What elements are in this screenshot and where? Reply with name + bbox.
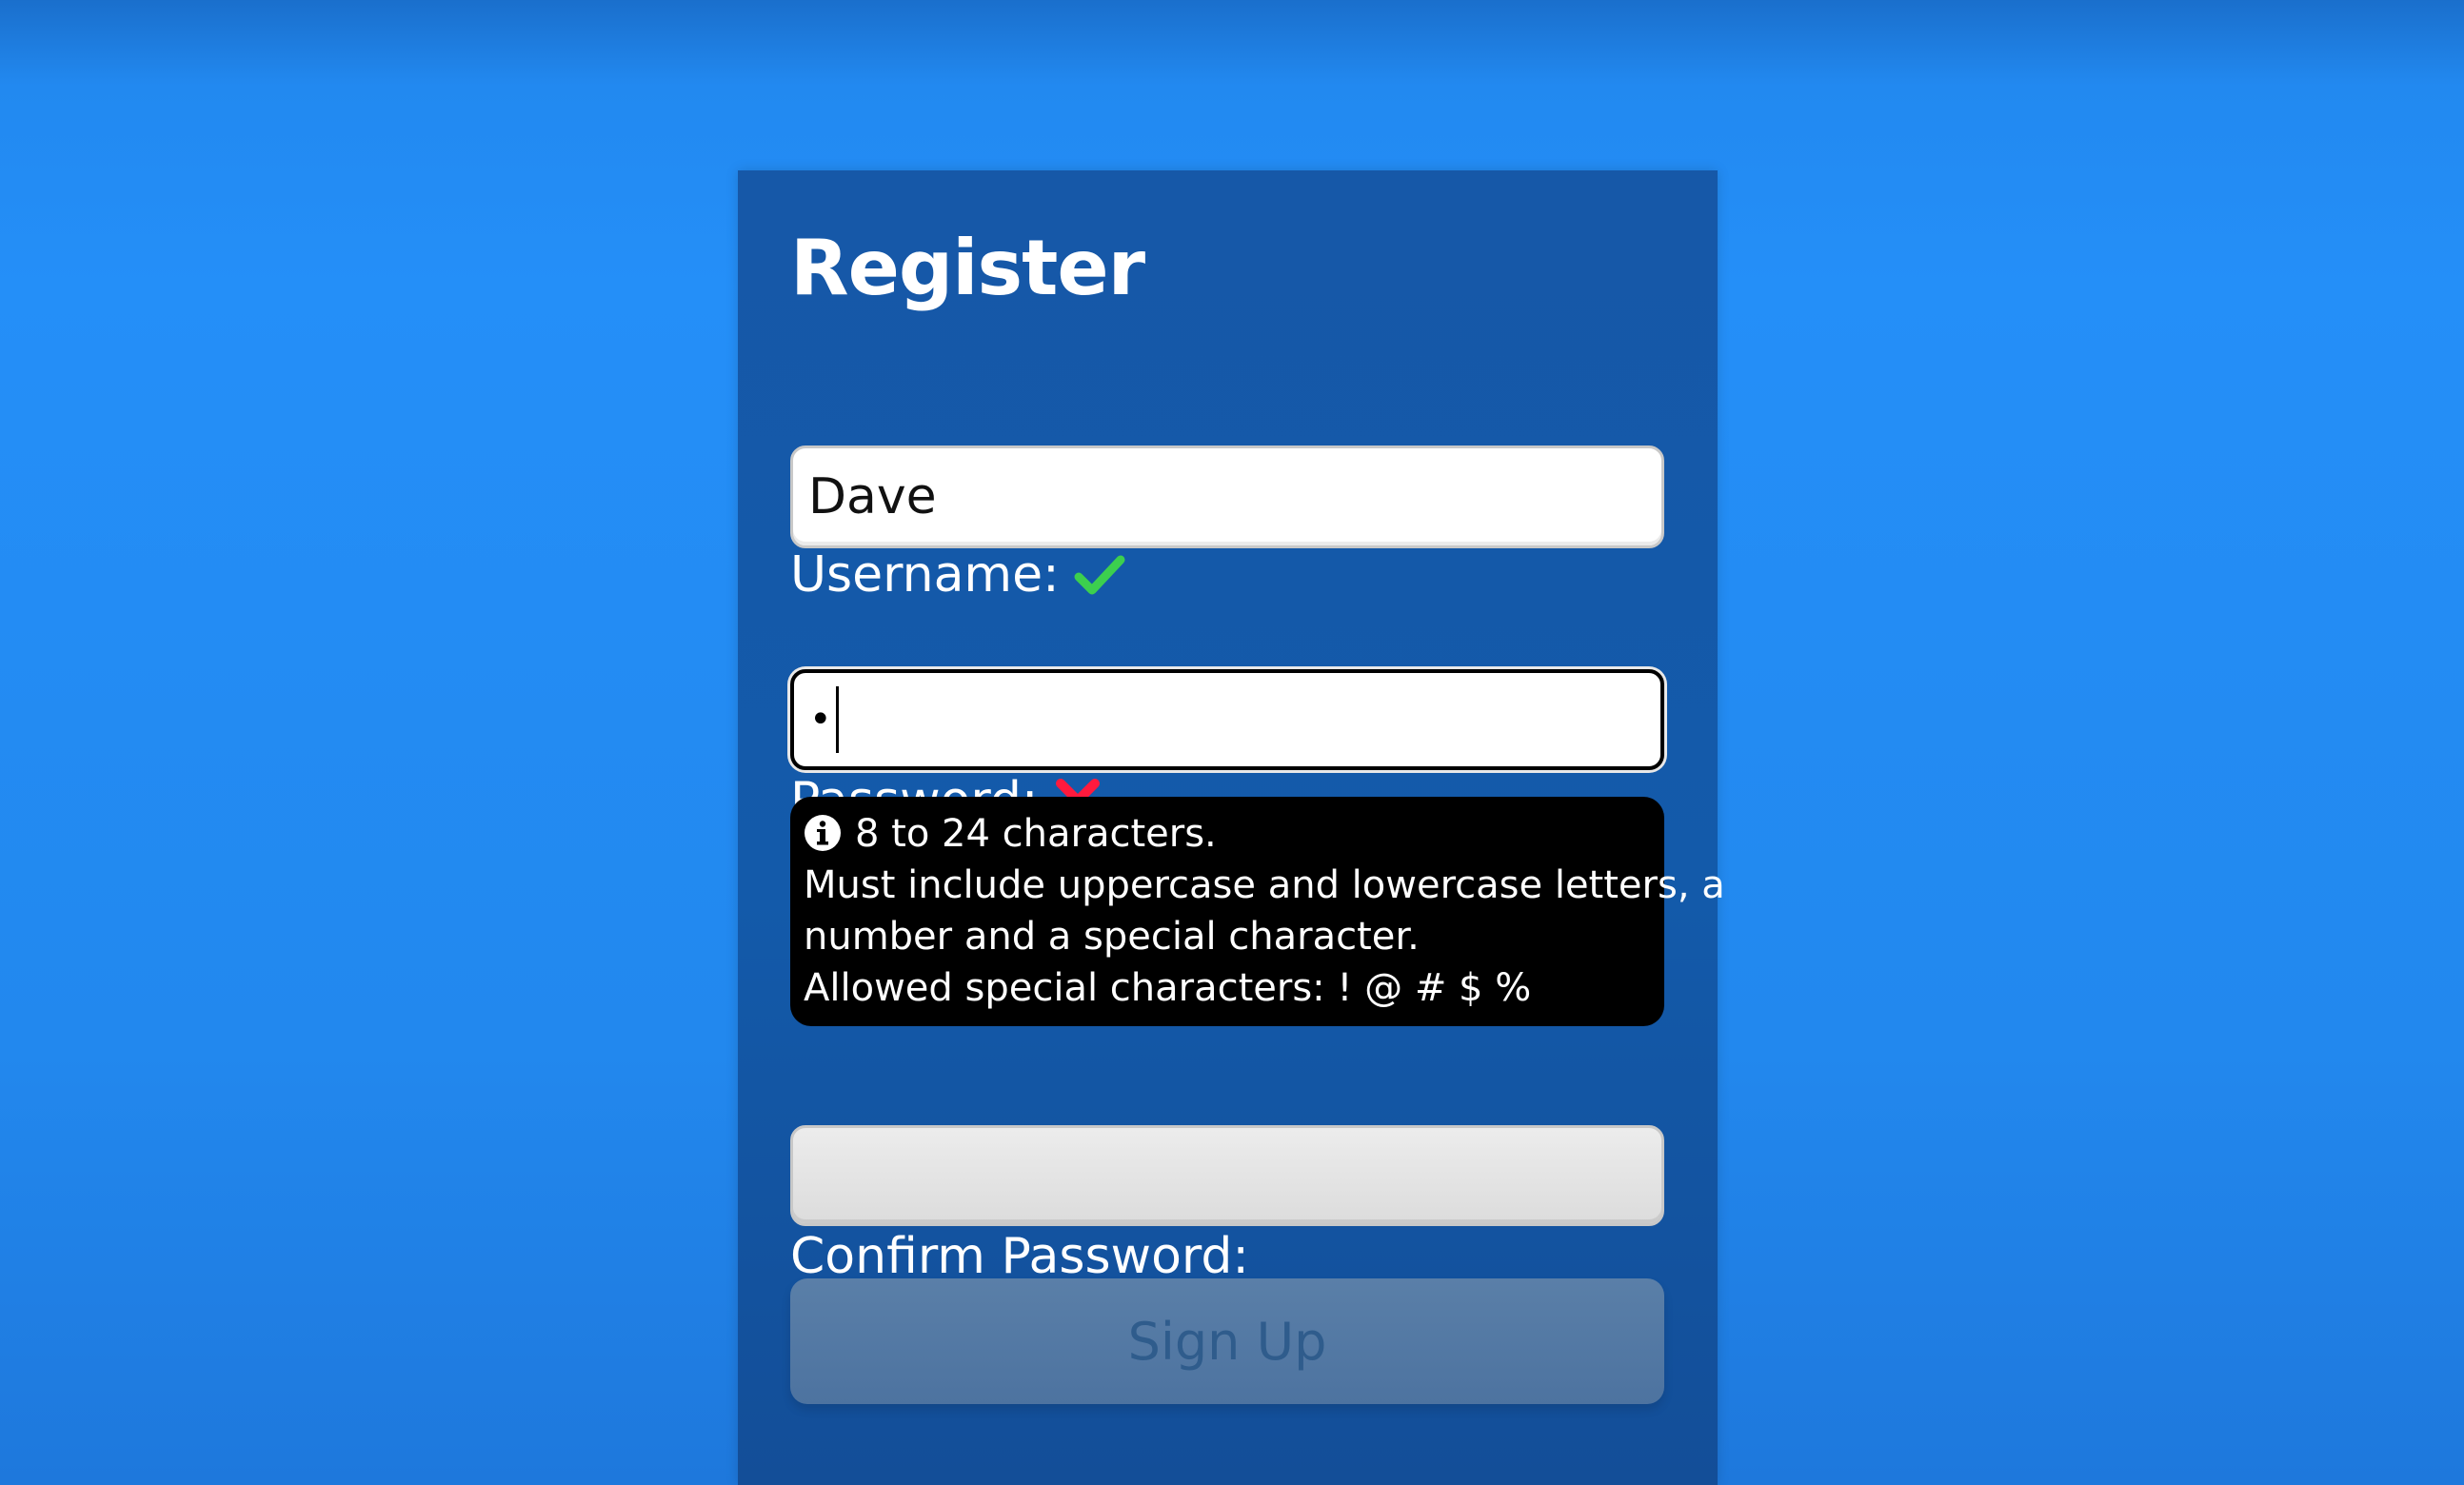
- confirm-password-label-row: Confirm Password:: [790, 1228, 1249, 1285]
- sign-up-button[interactable]: Sign Up: [790, 1278, 1664, 1404]
- confirm-password-label: Confirm Password:: [790, 1228, 1249, 1285]
- username-value: Dave: [808, 468, 937, 525]
- password-masked-value: •: [809, 698, 832, 742]
- password-input[interactable]: •: [790, 669, 1664, 770]
- confirm-password-input[interactable]: [790, 1125, 1664, 1226]
- check-icon: [1074, 555, 1125, 595]
- username-label: Username:: [790, 546, 1060, 604]
- info-icon: [805, 815, 841, 851]
- note-line-4: Allowed special characters: ! @ # $ %: [804, 966, 1532, 1010]
- note-text-1: 8 to 24 characters.: [855, 812, 1217, 856]
- text-caret: [835, 686, 839, 753]
- username-input[interactable]: Dave: [790, 446, 1664, 548]
- note-line-2: Must include uppercase and lowercase let…: [804, 863, 1725, 907]
- note-line-1: 8 to 24 characters.: [804, 808, 1651, 860]
- form-title: Register: [790, 224, 1145, 312]
- register-form: Register Username: Dave Password: • 8 to…: [738, 170, 1725, 1485]
- note-line-3: number and a special character.: [804, 915, 1420, 959]
- username-label-row: Username:: [790, 546, 1126, 604]
- password-requirements-note: 8 to 24 characters. Must include upperca…: [790, 797, 1725, 1026]
